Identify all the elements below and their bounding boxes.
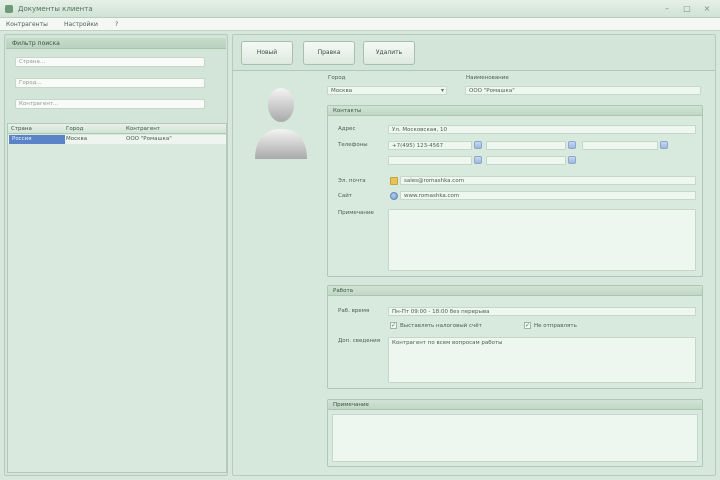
column-header-country[interactable]: Страна [11,126,32,132]
notes-caption: Примечание [328,400,702,410]
cell-country[interactable]: Россия [9,135,65,144]
counterparty-filter-input[interactable]: Контрагент... [15,99,205,109]
window-controls: – □ × [662,4,712,14]
minimize-icon[interactable]: – [662,4,672,14]
phone-icon[interactable] [660,141,668,149]
table-row[interactable]: Россия Москва ООО "Ромашка" [8,135,226,144]
globe-icon[interactable] [390,192,398,200]
cell-counterparty[interactable]: ООО "Ромашка" [126,136,172,142]
grid-header: Страна Город Контрагент [8,124,226,134]
phone-icon[interactable] [474,141,482,149]
phone-field-1[interactable]: +7(495) 123-4567 [388,141,472,150]
city-filter-input[interactable]: Город... [15,78,205,88]
work-caption: Работа [328,286,702,296]
close-icon[interactable]: × [702,4,712,14]
column-header-city[interactable]: Город [66,126,83,132]
city-dropdown[interactable]: Москва [327,86,447,95]
phone-field-3[interactable] [582,141,658,150]
window-title: Документы клиента [18,5,93,13]
title-bar: Документы клиента – □ × [0,0,720,18]
tax-invoice-checkbox[interactable]: ✓ [390,322,397,329]
filter-caption: Фильтр поиска [6,38,226,49]
tax-invoice-label: Выставлять налоговый счёт [400,323,482,329]
contacts-notes-textarea[interactable] [388,209,696,271]
do-not-send-checkbox[interactable]: ✓ [524,322,531,329]
phone-field-5[interactable] [486,156,566,165]
edit-button[interactable]: Правка [303,41,355,65]
phone-field-4[interactable] [388,156,472,165]
site-label: Сайт [338,193,352,199]
site-field[interactable]: www.romashka.com [400,191,696,200]
phones-label: Телефоны [338,142,368,148]
new-button[interactable]: Новый [241,41,293,65]
organization-field[interactable]: ООО "Ромашка" [465,86,701,95]
menu-bar: Контрагенты Настройки ? [0,18,720,31]
counterparties-grid: Страна Город Контрагент Россия Москва ОО… [7,123,227,473]
do-not-send-label: Не отправлять [534,323,577,329]
left-panel: Фильтр поиска Страна... Город... Контраг… [4,34,228,476]
avatar-icon [255,88,307,159]
cell-city[interactable]: Москва [66,136,87,142]
toolbar: Новый Правка Удалить [233,35,715,71]
email-label: Эл. почта [338,178,366,184]
notes-label: Примечание [338,210,374,216]
organization-label: Наименование [466,75,509,81]
email-field[interactable]: sales@romashka.com [400,176,696,185]
notes-textarea[interactable] [332,414,698,462]
address-label: Адрес [338,126,356,132]
contacts-caption: Контакты [328,106,702,116]
extra-info-textarea[interactable]: Контрагент по всем вопросам работы [388,337,696,383]
delete-button[interactable]: Удалить [363,41,415,65]
app-icon [5,5,13,13]
phone-icon[interactable] [568,141,576,149]
column-header-counterparty[interactable]: Контрагент [126,126,160,132]
menu-item-settings[interactable]: Настройки [64,21,98,28]
extra-info-label: Доп. сведения [338,338,381,344]
menu-item-help[interactable]: ? [115,21,118,28]
contacts-group: Контакты Адрес Ул. Московская, 10 Телефо… [327,105,703,277]
address-field[interactable]: Ул. Московская, 10 [388,125,696,134]
city-label: Город [328,75,346,81]
email-icon[interactable] [390,177,398,185]
work-time-label: Раб. время [338,308,370,314]
work-group: Работа Раб. время Пн-Пт 09:00 - 18:00 бе… [327,285,703,389]
country-filter-input[interactable]: Страна... [15,57,205,67]
phone-icon[interactable] [474,156,482,164]
phone-field-2[interactable] [486,141,566,150]
work-time-field[interactable]: Пн-Пт 09:00 - 18:00 без перерыва [388,307,696,316]
maximize-icon[interactable]: □ [682,4,692,14]
phone-icon[interactable] [568,156,576,164]
notes-group: Примечание [327,399,703,467]
right-panel: Новый Правка Удалить Город Москва Наимен… [232,34,716,476]
menu-item-counterparties[interactable]: Контрагенты [6,21,48,28]
